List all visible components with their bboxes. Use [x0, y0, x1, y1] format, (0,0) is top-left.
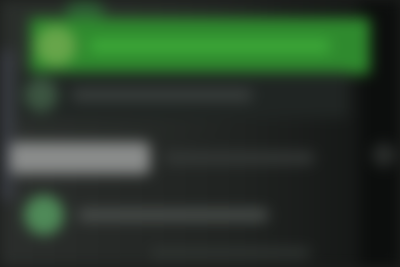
list-item[interactable]: [10, 138, 370, 178]
list-item-title-placeholder: [164, 152, 314, 164]
list-item-title-placeholder: [90, 40, 330, 52]
list-footer: [150, 242, 350, 264]
list-item-selected[interactable]: [30, 18, 370, 74]
side-button-icon[interactable]: [372, 143, 396, 167]
list-item-title-placeholder: [78, 209, 268, 221]
avatar-icon: [36, 26, 76, 66]
top-glow-blob: [65, 0, 105, 20]
avatar-icon: [24, 78, 58, 112]
list-item[interactable]: [18, 188, 318, 242]
input-pill-icon[interactable]: [10, 142, 150, 174]
footer-text-placeholder: [150, 248, 310, 258]
list-item-title-placeholder: [72, 89, 252, 101]
avatar-icon: [24, 195, 64, 235]
list-item[interactable]: [18, 72, 348, 118]
blurred-screen: [0, 0, 400, 267]
